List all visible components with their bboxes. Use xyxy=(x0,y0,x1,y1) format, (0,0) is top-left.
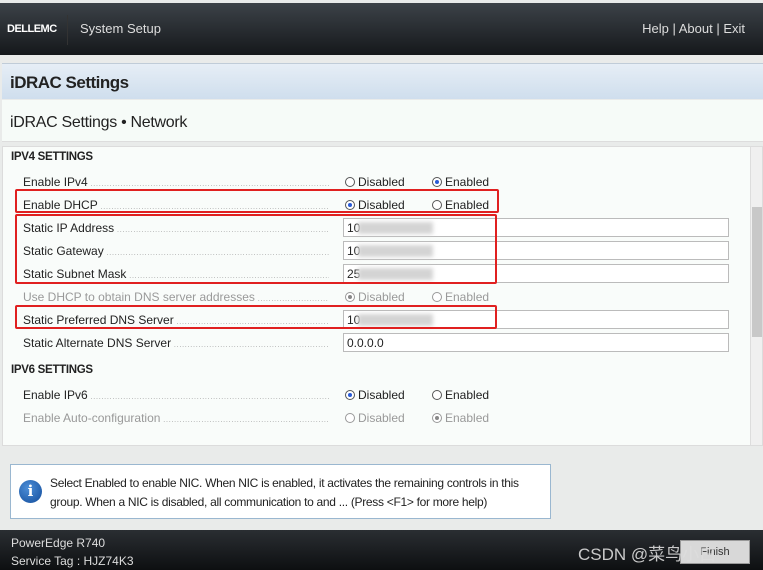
dell-emc-logo: DELLEMC xyxy=(7,23,57,35)
highlight-box-static-ip xyxy=(15,214,497,284)
page-title: iDRAC Settings xyxy=(2,63,763,99)
alternate-dns-row: Static Alternate DNS Server 0.0.0.0 xyxy=(23,333,733,353)
header-links: Help | About | Exit xyxy=(642,21,745,36)
dhcp-dns-disabled-radio: Disabled xyxy=(345,290,405,304)
ipv4-heading: IPV4 SETTINGS xyxy=(11,151,93,163)
alternate-dns-input[interactable]: 0.0.0.0 xyxy=(343,333,729,352)
highlight-box-dns xyxy=(15,305,497,329)
enable-ipv6-label: Enable IPv6 xyxy=(23,388,329,402)
enable-ipv6-row: Enable IPv6 Disabled Enabled xyxy=(23,385,733,405)
highlight-box-dhcp xyxy=(15,189,499,213)
auto-config-row: Enable Auto-configuration Disabled Enabl… xyxy=(23,408,733,428)
exit-link[interactable]: Exit xyxy=(723,21,745,36)
radio-label: Disabled xyxy=(358,175,405,189)
scrollbar[interactable] xyxy=(750,147,762,445)
page-subtitle: iDRAC Settings • Network xyxy=(2,100,763,142)
auto-config-enabled-radio: Enabled xyxy=(432,411,489,425)
dhcp-dns-enabled-radio: Enabled xyxy=(432,290,489,304)
help-box: i Select Enabled to enable NIC. When NIC… xyxy=(10,464,551,519)
radio-label: Disabled xyxy=(358,388,405,402)
app-title: System Setup xyxy=(80,21,161,36)
csdn-watermark: CSDN @菜鸟小白 xyxy=(578,545,717,564)
radio-label: Disabled xyxy=(358,411,405,425)
divider xyxy=(67,15,68,45)
dhcp-dns-row: Use DHCP to obtain DNS server addresses … xyxy=(23,287,733,307)
footer: PowerEdge R740 Service Tag : HJZ74K3 Fin… xyxy=(0,530,763,570)
radio-label: Enabled xyxy=(445,290,490,304)
enable-ipv4-label: Enable IPv4 xyxy=(23,175,329,189)
top-bar: DELLEMC System Setup Help | About | Exit xyxy=(0,3,763,55)
radio-label: Enabled xyxy=(445,175,490,189)
enable-ipv4-enabled-radio[interactable]: Enabled xyxy=(432,175,489,189)
enable-ipv6-enabled-radio[interactable]: Enabled xyxy=(432,388,489,402)
enable-ipv4-disabled-radio[interactable]: Disabled xyxy=(345,175,405,189)
link-separator: | xyxy=(712,21,724,36)
info-icon: i xyxy=(19,480,42,503)
scrollbar-thumb[interactable] xyxy=(752,207,762,337)
radio-label: Enabled xyxy=(445,388,490,402)
radio-label: Disabled xyxy=(358,290,405,304)
enable-ipv6-disabled-radio[interactable]: Disabled xyxy=(345,388,405,402)
help-link[interactable]: Help xyxy=(642,21,669,36)
link-separator: | xyxy=(668,21,679,36)
radio-label: Enabled xyxy=(445,411,490,425)
dhcp-dns-label: Use DHCP to obtain DNS server addresses xyxy=(23,290,329,304)
service-tag: Service Tag : HJZ74K3 xyxy=(11,554,134,568)
alternate-dns-label: Static Alternate DNS Server xyxy=(23,336,329,350)
about-link[interactable]: About xyxy=(679,21,713,36)
auto-config-disabled-radio: Disabled xyxy=(345,411,405,425)
system-model: PowerEdge R740 xyxy=(11,536,106,550)
ipv6-heading: IPV6 SETTINGS xyxy=(11,364,93,376)
auto-config-label: Enable Auto-configuration xyxy=(23,411,329,425)
help-text: Select Enabled to enable NIC. When NIC i… xyxy=(50,476,519,509)
